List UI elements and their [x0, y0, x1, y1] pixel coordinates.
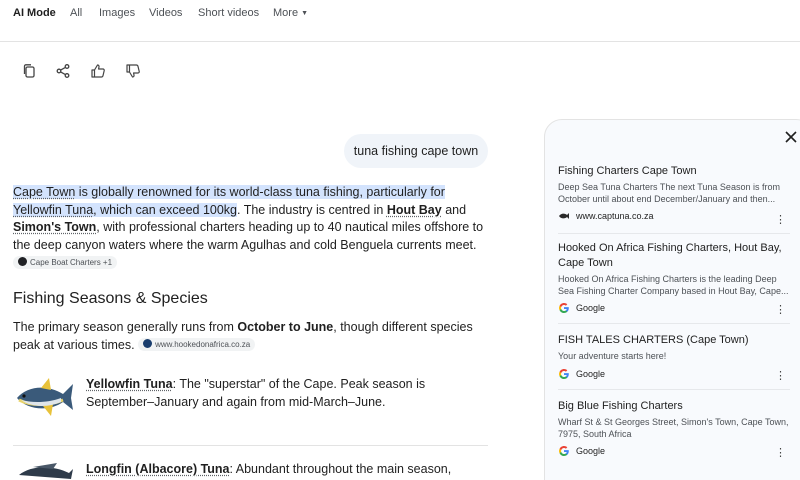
link-hout-bay[interactable]: Hout Bay	[387, 203, 442, 217]
source-snippet: Hooked On Africa Fishing Charters is the…	[558, 274, 789, 296]
source-site: Google	[558, 445, 790, 457]
more-options-icon[interactable]: ⋮	[775, 447, 786, 459]
divider	[558, 323, 790, 324]
tab-ai-mode[interactable]: AI Mode	[13, 7, 56, 19]
boat-icon	[18, 256, 27, 266]
more-options-icon[interactable]: ⋮	[775, 304, 786, 316]
share-icon	[56, 64, 70, 78]
thumbs-up-icon	[91, 64, 105, 78]
more-options-icon[interactable]: ⋮	[775, 370, 786, 382]
source-snippet: Deep Sea Tuna Charters The next Tuna Sea…	[558, 182, 780, 204]
source-card[interactable]: FISH TALES CHARTERS (Cape Town) Your adv…	[558, 333, 790, 382]
user-query-bubble: tuna fishing cape town	[344, 134, 488, 168]
source-title[interactable]: Hooked On Africa Fishing Charters, Hout …	[558, 241, 790, 271]
thumbs-down-button[interactable]	[125, 63, 141, 79]
fish-favicon-icon	[559, 213, 569, 219]
share-button[interactable]	[55, 63, 71, 79]
source-card[interactable]: Hooked On Africa Fishing Charters, Hout …	[558, 241, 790, 316]
divider	[13, 445, 488, 446]
seasons-paragraph: The primary season generally runs from O…	[13, 320, 473, 352]
source-snippet: Wharf St & St Georges Street, Simon's To…	[558, 417, 789, 439]
tab-all[interactable]: All	[70, 7, 82, 19]
source-site: Google	[558, 302, 790, 314]
copy-button[interactable]	[21, 63, 37, 79]
google-icon	[559, 368, 569, 379]
link-yellowfin-tuna[interactable]: Yellowfin Tuna	[13, 203, 93, 217]
thumbs-up-button[interactable]	[90, 63, 106, 79]
source-site: Google	[558, 368, 790, 380]
tab-videos[interactable]: Videos	[149, 7, 182, 19]
more-options-icon[interactable]: ⋮	[775, 214, 786, 226]
divider	[558, 233, 790, 234]
tab-short-videos[interactable]: Short videos	[198, 7, 259, 19]
link-yellowfin-tuna[interactable]: Yellowfin Tuna	[86, 377, 173, 391]
copy-icon	[23, 64, 35, 78]
close-button[interactable]	[784, 130, 800, 146]
link-cape-town[interactable]: Cape Town	[13, 185, 75, 199]
google-icon	[559, 446, 569, 456]
tab-images[interactable]: Images	[99, 7, 135, 19]
source-title[interactable]: FISH TALES CHARTERS (Cape Town)	[558, 333, 790, 348]
globe-icon	[143, 339, 153, 349]
link-simons-town[interactable]: Simon's Town	[13, 220, 96, 234]
divider	[558, 389, 790, 390]
search-mode-tabs: AI Mode All Images Videos Short videos M…	[0, 0, 800, 42]
tab-more[interactable]: More ▼	[273, 7, 308, 19]
source-title[interactable]: Fishing Charters Cape Town	[558, 164, 790, 179]
source-card[interactable]: Big Blue Fishing Charters Wharf St & St …	[558, 399, 790, 459]
source-title[interactable]: Big Blue Fishing Charters	[558, 399, 790, 414]
yellowfin-tuna-image	[17, 378, 73, 416]
source-chip[interactable]: www.hookedonafrica.co.za	[138, 337, 256, 351]
google-icon	[559, 303, 569, 313]
source-site: www.captuna.co.za	[558, 210, 790, 222]
source-card[interactable]: Fishing Charters Cape Town Deep Sea Tuna…	[558, 164, 790, 226]
answer-paragraph: Cape Town is globally renowned for its w…	[13, 185, 484, 269]
source-snippet: Your adventure starts here!	[558, 351, 667, 361]
close-icon	[785, 131, 797, 143]
section-heading: Fishing Seasons & Species	[13, 290, 208, 307]
link-longfin-tuna[interactable]: Longfin (Albacore) Tuna	[86, 462, 230, 476]
thumbs-down-icon	[126, 64, 140, 78]
source-chip[interactable]: Cape Boat Charters +1	[13, 255, 118, 269]
caret-down-icon: ▼	[301, 10, 308, 17]
longfin-tuna-image	[19, 463, 73, 479]
